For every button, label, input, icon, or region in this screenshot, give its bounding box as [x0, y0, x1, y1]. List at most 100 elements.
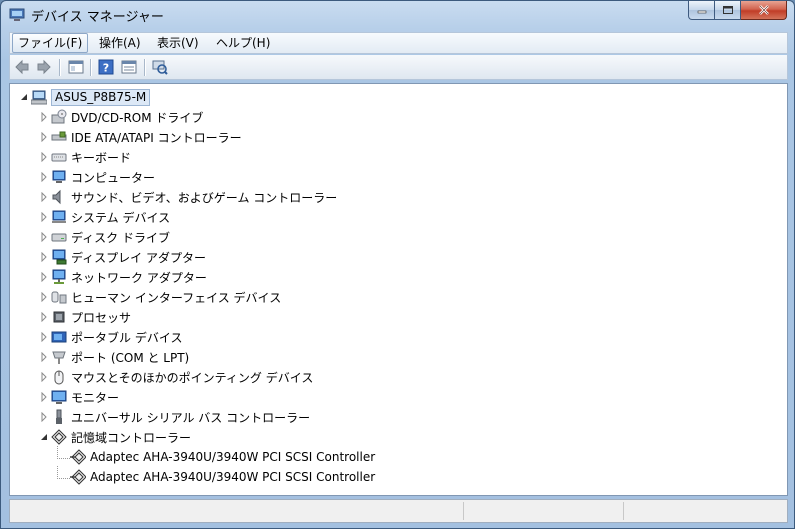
computer-icon: [31, 90, 47, 105]
toolbar-separator: [59, 59, 61, 76]
maximize-icon: [722, 6, 733, 14]
disk-drive-icon: [51, 233, 67, 242]
tree-node-label: ディスプレイ アダプター: [71, 250, 206, 265]
scan-hardware-changes-icon[interactable]: [152, 59, 168, 75]
tree-category-node[interactable]: システム デバイス: [40, 208, 170, 226]
ide-controller-icon: [51, 131, 67, 141]
expanded-arrow-icon[interactable]: [40, 432, 48, 442]
collapsed-arrow-icon[interactable]: [40, 152, 48, 162]
tree-category-node[interactable]: ユニバーサル シリアル バス コントローラー: [40, 408, 310, 426]
collapsed-arrow-icon[interactable]: [40, 132, 48, 142]
status-pane: [10, 502, 464, 520]
collapsed-arrow-icon[interactable]: [40, 172, 48, 182]
tree-node-label: プロセッサ: [71, 310, 132, 325]
device-manager-app-icon: [9, 8, 25, 21]
menu-action[interactable]: 操作(A): [94, 34, 146, 52]
menu-bar: ファイル(F) 操作(A) 表示(V) ヘルプ(H): [9, 32, 788, 54]
tree-category-node[interactable]: ポータブル デバイス: [40, 328, 182, 346]
tree-node-label: マウスとそのほかのポインティング デバイス: [71, 370, 314, 385]
tree-node-label: ディスク ドライブ: [71, 230, 170, 245]
monitor-icon: [51, 390, 67, 404]
tree-category-node[interactable]: 記憶域コントローラー: [40, 428, 191, 446]
tree-category-node[interactable]: ポート (COM と LPT): [40, 348, 189, 366]
help-icon[interactable]: ?: [98, 59, 114, 75]
back-arrow-icon[interactable]: [14, 59, 30, 75]
toolbar: ?: [9, 55, 788, 80]
collapsed-arrow-icon[interactable]: [40, 392, 48, 402]
tree-category-node[interactable]: ヒューマン インターフェイス デバイス: [40, 288, 281, 306]
maximize-button[interactable]: [715, 1, 741, 20]
tree-category-node[interactable]: DVD/CD-ROM ドライブ: [40, 108, 203, 126]
title-bar[interactable]: デバイス マネージャー: [1, 1, 794, 29]
tree-node-label: 記憶域コントローラー: [71, 430, 192, 445]
close-icon: [758, 5, 769, 15]
tree-node-label: ネットワーク アダプター: [71, 270, 207, 285]
tree-category-node[interactable]: コンピューター: [40, 168, 155, 186]
tree-category-node[interactable]: ディスプレイ アダプター: [40, 248, 206, 266]
tree-node-label: ヒューマン インターフェイス デバイス: [71, 290, 282, 305]
expanded-arrow-icon[interactable]: [20, 92, 28, 102]
tree-root-node[interactable]: ASUS_P8B75-M: [20, 88, 151, 106]
tree-category-node[interactable]: マウスとそのほかのポインティング デバイス: [40, 368, 313, 386]
tree-node-label: コンピューター: [71, 170, 156, 185]
device-manager-window: デバイス マネージャー ファイル(F) 操作(A) 表示(V) ヘルプ(H) ?: [0, 0, 795, 529]
collapsed-arrow-icon[interactable]: [40, 112, 48, 122]
status-pane: [465, 502, 624, 520]
toolbar-separator: [90, 59, 92, 76]
device-tree[interactable]: ASUS_P8B75-M DVD/CD-ROM ドライブ IDE ATA/ATAPI…: [9, 83, 788, 496]
keyboard-icon: [51, 153, 67, 162]
tree-node-label: Adaptec AHA-3940U/3940W PCI SCSI Control…: [90, 450, 376, 464]
tree-category-node[interactable]: キーボード: [40, 148, 131, 166]
tree-connector-line: [57, 446, 70, 459]
tree-node-label: キーボード: [71, 150, 132, 165]
tree-node-label: DVD/CD-ROM ドライブ: [71, 110, 204, 125]
system-device-icon: [52, 210, 66, 223]
svg-text:?: ?: [103, 62, 109, 75]
collapsed-arrow-icon[interactable]: [40, 352, 48, 362]
tree-node-label: ポート (COM と LPT): [71, 350, 190, 365]
tree-category-node[interactable]: モニター: [40, 388, 119, 406]
collapsed-arrow-icon[interactable]: [40, 252, 48, 262]
processor-icon: [53, 311, 65, 323]
computer-monitor-icon: [52, 170, 66, 183]
properties-icon[interactable]: [121, 59, 137, 75]
collapsed-arrow-icon[interactable]: [40, 192, 48, 202]
portable-device-icon: [51, 331, 67, 343]
tree-node-label: ユニバーサル シリアル バス コントローラー: [71, 410, 311, 425]
minimize-button[interactable]: [688, 1, 715, 20]
collapsed-arrow-icon[interactable]: [40, 312, 48, 322]
port-icon: [52, 351, 66, 364]
status-bar: [9, 499, 788, 523]
scsi-controller-icon: [70, 469, 86, 485]
speaker-icon: [52, 189, 61, 205]
collapsed-arrow-icon[interactable]: [40, 272, 48, 282]
forward-arrow-icon[interactable]: [36, 59, 52, 75]
usb-icon: [56, 409, 62, 424]
tree-category-node[interactable]: ネットワーク アダプター: [40, 268, 207, 286]
collapsed-arrow-icon[interactable]: [40, 292, 48, 302]
storage-controller-icon: [51, 429, 67, 445]
menu-view[interactable]: 表示(V): [152, 34, 204, 52]
tree-node-label: ASUS_P8B75-M: [51, 88, 151, 106]
collapsed-arrow-icon[interactable]: [40, 212, 48, 222]
close-button[interactable]: [741, 1, 787, 20]
tree-node-label: モニター: [71, 390, 120, 405]
collapsed-arrow-icon[interactable]: [40, 232, 48, 242]
show-hide-console-tree-icon[interactable]: [68, 59, 84, 75]
menu-file[interactable]: ファイル(F): [12, 33, 89, 53]
tree-category-node[interactable]: IDE ATA/ATAPI コントローラー: [40, 128, 242, 146]
tree-category-node[interactable]: プロセッサ: [40, 308, 131, 326]
collapsed-arrow-icon[interactable]: [40, 332, 48, 342]
tree-category-node[interactable]: ディスク ドライブ: [40, 228, 170, 246]
tree-device-node[interactable]: Adaptec AHA-3940U/3940W PCI SCSI Control…: [70, 448, 375, 466]
mouse-icon: [54, 370, 64, 385]
tree-node-label: ポータブル デバイス: [71, 330, 183, 345]
caption-buttons: [688, 1, 787, 21]
menu-help[interactable]: ヘルプ(H): [211, 34, 275, 52]
collapsed-arrow-icon[interactable]: [40, 412, 48, 422]
tree-node-label: システム デバイス: [71, 210, 171, 225]
tree-node-label: Adaptec AHA-3940U/3940W PCI SCSI Control…: [90, 470, 376, 484]
tree-device-node[interactable]: Adaptec AHA-3940U/3940W PCI SCSI Control…: [70, 468, 375, 486]
tree-category-node[interactable]: サウンド、ビデオ、およびゲーム コントローラー: [40, 188, 337, 206]
collapsed-arrow-icon[interactable]: [40, 372, 48, 382]
